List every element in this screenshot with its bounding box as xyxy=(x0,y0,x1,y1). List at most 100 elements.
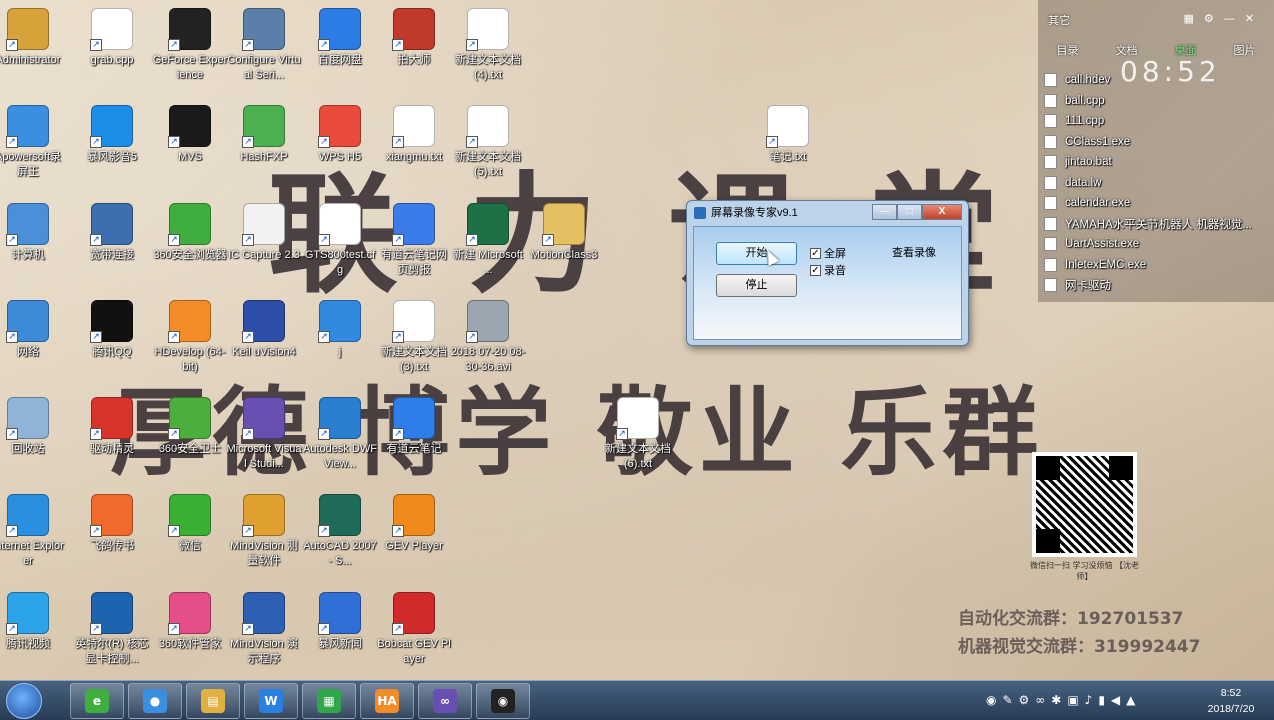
system-tray-icons[interactable]: ◉✎⚙∞✱▣♪▮◀▲ xyxy=(986,693,1141,707)
panel-file-item[interactable]: jintao.bat xyxy=(1044,152,1270,173)
panel-file-item[interactable]: calendar.exe xyxy=(1044,193,1270,214)
desktop-icon[interactable]: ↗ IC Capture 2.3 xyxy=(226,203,302,263)
desktop-icon[interactable]: ↗ Keil uVision4 xyxy=(226,300,302,360)
desktop-icon[interactable]: ↗ Autodesk DWF View... xyxy=(302,397,378,472)
close-button[interactable]: X xyxy=(922,204,962,220)
desktop-icon[interactable]: ↗ 有道云笔记 xyxy=(376,397,452,457)
app-icon: ↗ xyxy=(318,592,361,635)
taskbar-hdevelop-button[interactable]: HA xyxy=(360,683,414,719)
app-icon: ↗ xyxy=(542,203,585,246)
desktop-icon[interactable]: ↗ 360安全浏览器 xyxy=(152,203,228,263)
panel-file-item[interactable]: ball.cpp xyxy=(1044,91,1270,112)
file-icon xyxy=(1044,257,1057,272)
panel-file-item[interactable]: CClass1.exe xyxy=(1044,132,1270,153)
desktop-icon[interactable]: ↗ Configure Virtual Seri... xyxy=(226,8,302,83)
desktop-icon[interactable]: ↗ 腾讯QQ xyxy=(74,300,150,360)
taskbar-explorer-button[interactable]: ▤ xyxy=(186,683,240,719)
desktop-icon[interactable]: ↗ 英特尔(R) 核芯显卡控制... xyxy=(74,592,150,667)
desktop-icon[interactable]: ↗ xiangmu.txt xyxy=(376,105,452,165)
desktop-icon-label: 新建文本文档 (6).txt xyxy=(605,443,671,470)
taskbar-wps-button[interactable]: W xyxy=(244,683,298,719)
start-button[interactable]: 开始 xyxy=(716,242,797,265)
desktop-icon[interactable]: ↗ 360软件管家 xyxy=(152,592,228,652)
shortcut-arrow-icon: ↗ xyxy=(318,525,330,537)
file-icon xyxy=(1044,196,1057,211)
panel-file-item[interactable]: InletexEMC.exe xyxy=(1044,255,1270,276)
desktop-icon[interactable]: ↗ 暴风新闻 xyxy=(302,592,378,652)
window-titlebar[interactable]: 屏幕录像专家v9.1 — □ X xyxy=(687,201,968,225)
desktop-icon[interactable]: ↗ 飞鸽传书 xyxy=(74,494,150,554)
desktop-icon[interactable]: ↗ AutoCAD 2007 - S... xyxy=(302,494,378,569)
taskbar-apowersoft-button[interactable]: ● xyxy=(128,683,182,719)
desktop-icon[interactable]: ↗ 腾讯视频 xyxy=(0,592,66,652)
desktop-icon[interactable]: ↗ 驱动精灵 xyxy=(74,397,150,457)
app-icon: ↗ xyxy=(392,203,435,246)
desktop-icon[interactable]: ↗ 回收站 xyxy=(0,397,66,457)
desktop-icon[interactable]: ↗ 计算机 xyxy=(0,203,66,263)
desktop-icon[interactable]: ↗ GeForce Experience xyxy=(152,8,228,83)
desktop-icon[interactable]: ↗ grab.cpp xyxy=(74,8,150,68)
desktop-icon-label: 腾讯QQ xyxy=(92,346,132,358)
desktop-icon[interactable]: ↗ GTS800test.cfg xyxy=(302,203,378,278)
desktop-icon[interactable]: ↗ 网络 xyxy=(0,300,66,360)
audio-checkbox[interactable]: ✓ 录音 xyxy=(810,262,846,278)
panel-file-item[interactable]: 111.cpp xyxy=(1044,111,1270,132)
panel-file-item[interactable]: data.lw xyxy=(1044,173,1270,194)
desktop-icon[interactable]: ↗ Apowersoft录屏王 xyxy=(0,105,66,180)
desktop-icon[interactable]: ↗ 新建文本文档 (6).txt xyxy=(600,397,676,472)
tab-directory[interactable]: 目录 xyxy=(1057,42,1079,58)
start-button-windows-icon[interactable] xyxy=(6,683,42,719)
taskbar-inletex-button[interactable]: ▦ xyxy=(302,683,356,719)
desktop-icon[interactable]: ↗ 360安全卫士 xyxy=(152,397,228,457)
taskbar-mvs-button[interactable]: ◉ xyxy=(476,683,530,719)
maximize-button[interactable]: □ xyxy=(897,204,922,220)
desktop-icon[interactable]: ↗ 百度网盘 xyxy=(302,8,378,68)
desktop-icon[interactable]: ↗ Administrator xyxy=(0,8,66,68)
fullscreen-checkbox[interactable]: ✓ 全屏 xyxy=(810,245,846,261)
taskbar-360-browser-button[interactable]: e xyxy=(70,683,124,719)
shortcut-arrow-icon: ↗ xyxy=(6,234,18,246)
taskbar-time: 8:52 xyxy=(1220,687,1242,699)
desktop-icon[interactable]: ↗ 有道云笔记网页剪报 xyxy=(376,203,452,278)
panel-control-icons[interactable]: ▦⚙—✕ xyxy=(1184,12,1264,25)
desktop-icon[interactable]: ↗ MotionClass3 xyxy=(526,203,602,263)
desktop-icon[interactable]: ↗ 拍大师 xyxy=(376,8,452,68)
panel-file-item[interactable]: call.hdev xyxy=(1044,70,1270,91)
desktop-icon[interactable]: ↗ 微信 xyxy=(152,494,228,554)
desktop-icon[interactable]: ↗ 新建 Microsoft ... xyxy=(450,203,526,278)
file-icon xyxy=(1044,134,1057,149)
desktop-icon[interactable]: ↗ 宽带连接 xyxy=(74,203,150,263)
desktop-icon[interactable]: ↗ 暴风影音5 xyxy=(74,105,150,165)
desktop-icon[interactable]: ↗ 新建文本文档 (3).txt xyxy=(376,300,452,375)
desktop-icon[interactable]: ↗ 2018 07-20 08-30-36.avi xyxy=(450,300,526,375)
shortcut-arrow-icon: ↗ xyxy=(466,331,478,343)
desktop-icon[interactable]: ↗ j xyxy=(302,300,378,360)
desktop-icon[interactable]: ↗ HashFXP xyxy=(226,105,302,165)
desktop-icon[interactable]: ↗ HDevelop (64-bit) xyxy=(152,300,228,375)
desktop-icon-label: xiangmu.txt xyxy=(385,151,443,163)
desktop-icon[interactable]: ↗ Internet Explorer xyxy=(0,494,66,569)
desktop-icon[interactable]: ↗ 新建文本文档 (5).txt xyxy=(450,105,526,180)
desktop-icon[interactable]: ↗ MindVision 测量软件 xyxy=(226,494,302,569)
desktop-icon[interactable]: ↗ WPS H5 xyxy=(302,105,378,165)
tab-pictures[interactable]: 图片 xyxy=(1234,42,1256,58)
desktop-icon[interactable]: ↗ Microsoft Visual Studi... xyxy=(226,397,302,472)
desktop-icon-label: Internet Explorer xyxy=(0,540,64,567)
file-name: data.lw xyxy=(1065,176,1102,189)
desktop-icon-label: 360安全浏览器 xyxy=(153,249,227,261)
minimize-button[interactable]: — xyxy=(872,204,897,220)
desktop-icon[interactable]: ↗ 笔记.txt xyxy=(750,105,826,165)
desktop-icon[interactable]: ↗ GEV Player xyxy=(376,494,452,554)
panel-file-item[interactable]: UartAssist.exe xyxy=(1044,234,1270,255)
desktop-icon[interactable]: ↗ MindVision 演示程序 xyxy=(226,592,302,667)
desktop-icon[interactable]: ↗ MVS xyxy=(152,105,228,165)
taskbar-clock[interactable]: 8:52 2018/7/20 xyxy=(1196,685,1266,717)
stop-button[interactable]: 停止 xyxy=(716,274,797,297)
taskbar-visual-studio-button[interactable]: ∞ xyxy=(418,683,472,719)
view-recordings-link[interactable]: 查看录像 xyxy=(892,244,936,260)
panel-top-label[interactable]: 其它 xyxy=(1048,12,1070,28)
desktop-icon[interactable]: ↗ 新建文本文档 (4).txt xyxy=(450,8,526,83)
panel-file-item[interactable]: YAMAHA水平关节机器人 机器视觉... xyxy=(1044,214,1270,235)
desktop-icon[interactable]: ↗ Bobcat GEV Player xyxy=(376,592,452,667)
panel-file-item[interactable]: 网卡驱动 xyxy=(1044,275,1270,296)
